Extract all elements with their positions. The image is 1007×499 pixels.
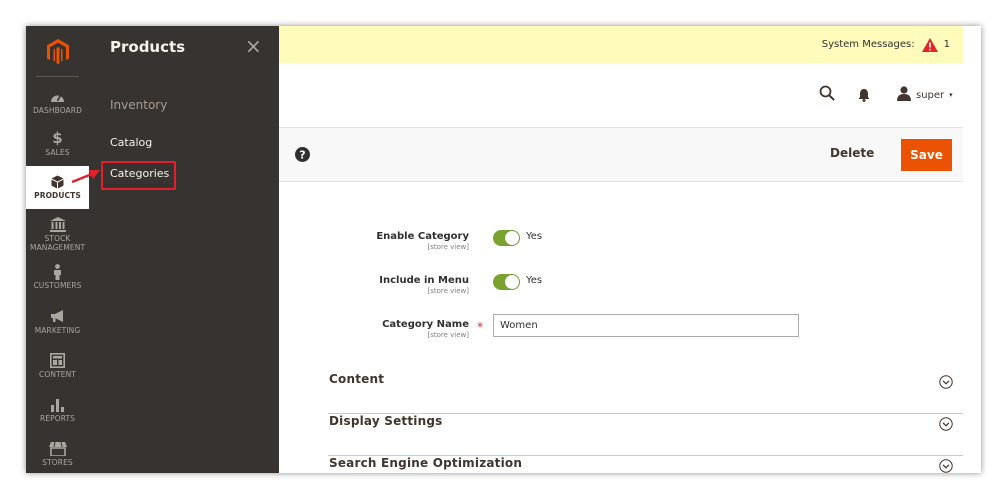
nav-item-reports[interactable]: Reports xyxy=(26,396,89,423)
category-name-scope: [store view] xyxy=(427,331,469,339)
nav-item-label: Dashboard xyxy=(33,106,82,115)
dashboard-icon xyxy=(50,88,65,105)
main-content: System Messages: 1 super ▾ ? Delete Save… xyxy=(279,26,981,473)
nav-item-label: Stores xyxy=(42,458,73,467)
toggle-knob xyxy=(505,275,519,289)
store-icon xyxy=(48,440,67,457)
page-actions-bar: ? Delete Save xyxy=(279,127,963,182)
nav-item-label: Marketing xyxy=(34,326,81,335)
nav-item-content[interactable]: Content xyxy=(26,352,89,379)
flyout-title: Products xyxy=(110,38,186,56)
include-in-menu-scope: [store view] xyxy=(427,287,469,295)
enable-category-toggle[interactable] xyxy=(493,230,520,246)
enable-category-scope: [store view] xyxy=(427,243,469,251)
chevron-down-icon: ▾ xyxy=(949,91,953,99)
nav-item-label: Customers xyxy=(33,281,82,290)
include-in-menu-toggle[interactable] xyxy=(493,274,520,290)
magento-logo[interactable] xyxy=(26,26,89,78)
nav-item-dashboard[interactable]: Dashboard xyxy=(26,88,89,115)
dollar-icon: $ xyxy=(52,129,63,147)
nav-item-label: Content xyxy=(39,370,76,379)
username: super xyxy=(916,89,945,101)
products-flyout-menu: Products × Inventory Catalog Categories xyxy=(89,26,279,473)
bell-icon[interactable] xyxy=(858,87,870,106)
section-title: Content xyxy=(329,372,385,386)
nav-item-label: Reports xyxy=(39,414,76,423)
admin-window: Dashboard $ Sales Products Stock Managem… xyxy=(26,26,981,473)
save-button[interactable]: Save xyxy=(901,139,952,171)
nav-item-marketing[interactable]: Marketing xyxy=(26,308,89,335)
enable-category-label-group: Enable Category [store view] xyxy=(279,231,469,251)
chevron-down-icon xyxy=(939,374,953,393)
category-name-label-group: Category Name [store view] xyxy=(279,319,469,339)
close-icon[interactable]: × xyxy=(245,36,262,56)
category-name-label: Category Name xyxy=(382,319,469,330)
layout-icon xyxy=(50,352,65,369)
section-title: Search Engine Optimization xyxy=(329,456,523,470)
cube-icon xyxy=(51,173,64,190)
section-search-engine-optimization[interactable]: Search Engine Optimization xyxy=(328,456,963,473)
enable-category-value: Yes xyxy=(526,231,543,242)
required-marker: * xyxy=(477,320,483,334)
nav-item-label: Products xyxy=(34,191,81,200)
nav-item-sales[interactable]: $ Sales xyxy=(26,129,89,158)
annotation-arrow-icon xyxy=(71,170,100,184)
person-icon xyxy=(53,263,62,280)
help-icon[interactable]: ? xyxy=(295,147,310,166)
search-icon[interactable] xyxy=(819,85,835,105)
admin-sidebar: Dashboard $ Sales Products Stock Managem… xyxy=(26,26,89,473)
section-title: Display Settings xyxy=(329,414,443,428)
include-in-menu-label-group: Include in Menu [store view] xyxy=(279,275,469,295)
section-display-settings[interactable]: Display Settings xyxy=(328,414,963,456)
section-content[interactable]: Content xyxy=(328,372,963,414)
system-messages-label: System Messages: xyxy=(821,39,915,50)
svg-text:?: ? xyxy=(299,149,305,162)
user-account-menu[interactable]: super ▾ xyxy=(897,86,953,104)
flyout-link-catalog[interactable]: Catalog xyxy=(110,136,152,149)
category-name-input[interactable] xyxy=(493,314,799,337)
nav-item-label: Sales xyxy=(45,148,70,157)
page-header: super ▾ xyxy=(279,63,963,127)
user-icon xyxy=(897,86,911,104)
nav-item-label: Stock Management xyxy=(30,234,86,252)
chevron-down-icon xyxy=(939,458,953,473)
include-in-menu-label: Include in Menu xyxy=(379,275,469,286)
categories-highlight-box xyxy=(101,161,176,190)
enable-category-label: Enable Category xyxy=(376,231,469,242)
system-messages-bar[interactable]: System Messages: 1 xyxy=(279,26,963,63)
bank-icon xyxy=(49,216,66,233)
warning-icon xyxy=(921,37,938,52)
include-in-menu-value: Yes xyxy=(526,275,543,286)
megaphone-icon xyxy=(50,308,66,325)
nav-item-stock-management[interactable]: Stock Management xyxy=(26,216,89,252)
nav-item-stores[interactable]: Stores xyxy=(26,440,89,467)
magento-logo-icon xyxy=(46,39,69,65)
delete-button[interactable]: Delete xyxy=(830,146,874,160)
toggle-knob xyxy=(505,231,519,245)
chevron-down-icon xyxy=(939,416,953,435)
logo-divider xyxy=(36,76,79,77)
flyout-section-heading: Inventory xyxy=(110,98,168,112)
bar-chart-icon xyxy=(50,396,65,413)
system-messages-count: 1 xyxy=(943,39,950,50)
nav-item-customers[interactable]: Customers xyxy=(26,263,89,290)
